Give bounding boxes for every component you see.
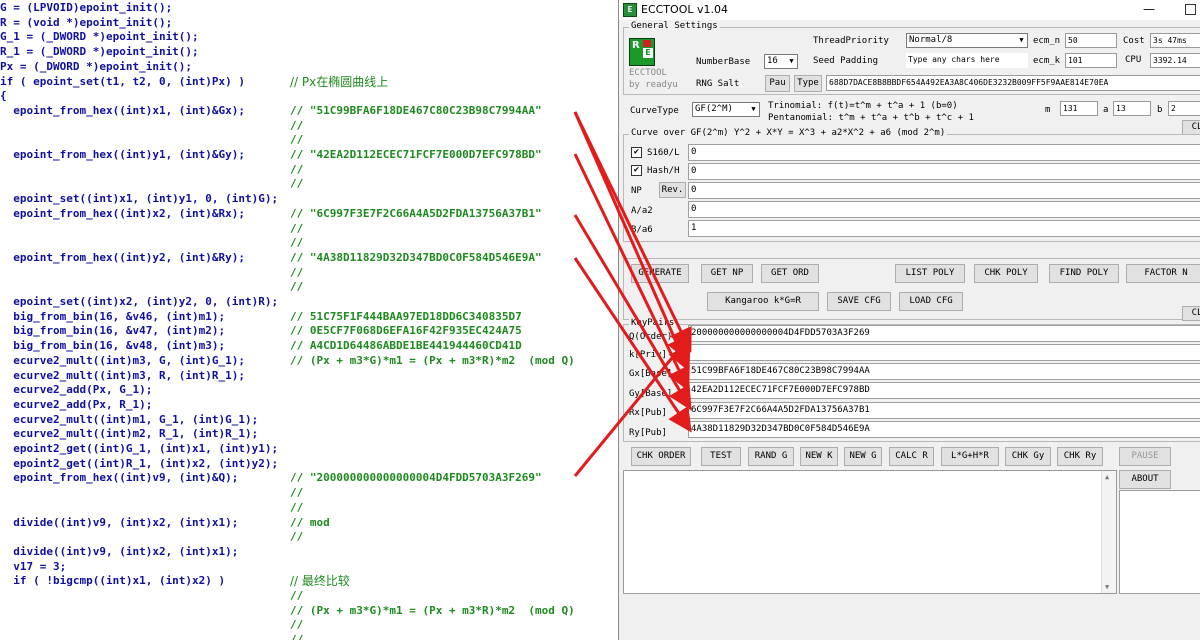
arrow-gy (573, 153, 690, 392)
annotation-arrows (573, 111, 692, 477)
arrow-gx (573, 111, 691, 372)
